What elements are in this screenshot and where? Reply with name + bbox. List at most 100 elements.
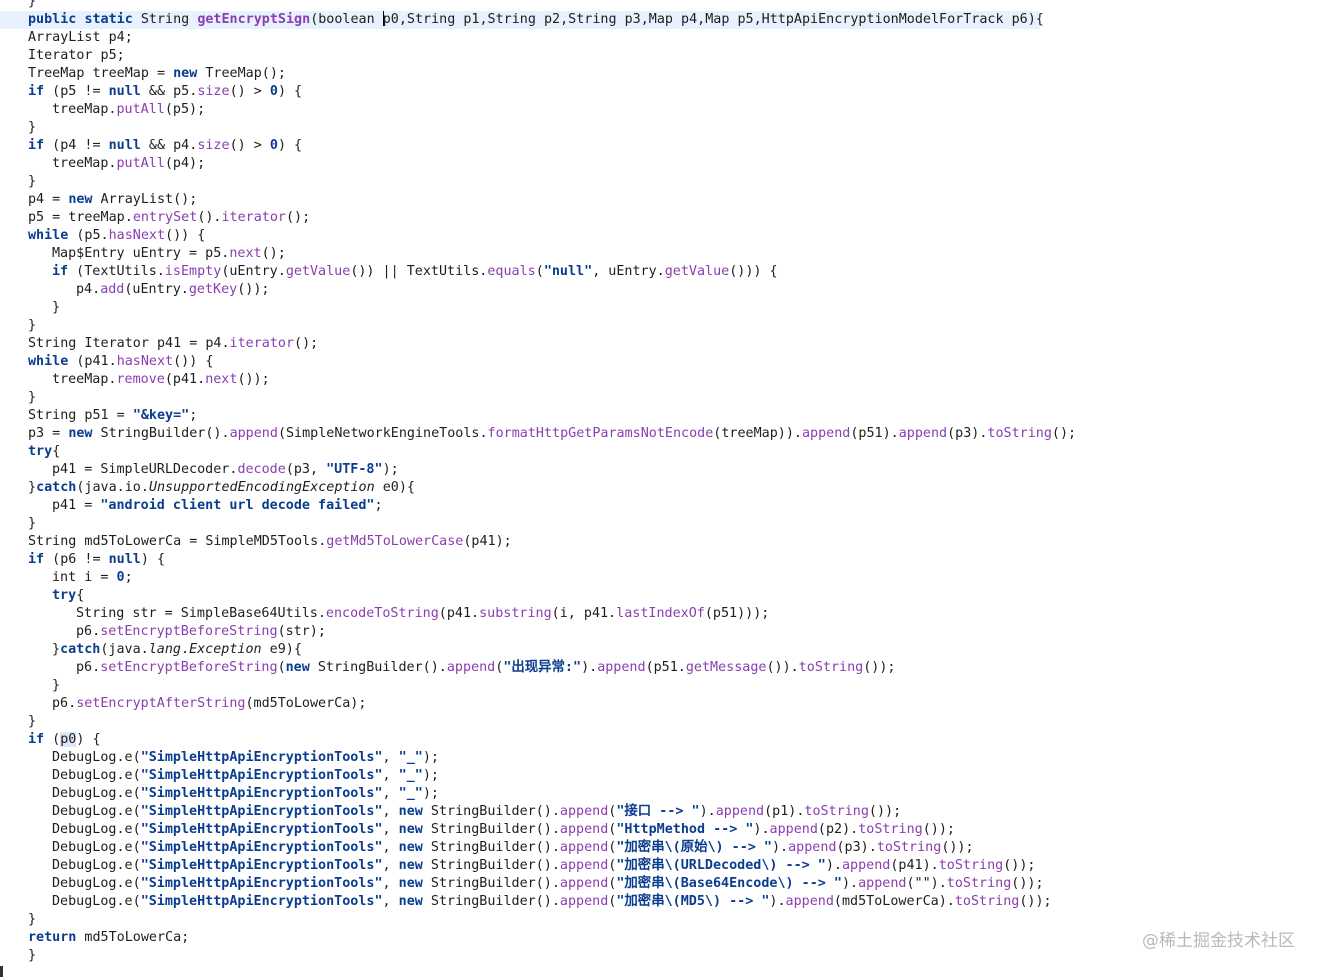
- code-token: p6.: [52, 696, 77, 711]
- code-line[interactable]: if (p6 != null) {: [0, 551, 165, 569]
- code-token: .: [181, 642, 190, 657]
- code-line[interactable]: Map$Entry uEntry = p5.next();: [0, 245, 286, 263]
- code-line[interactable]: p6.setEncryptAfterString(md5ToLowerCa);: [0, 695, 366, 713]
- code-line[interactable]: while (p5.hasNext()) {: [0, 227, 205, 245]
- code-line[interactable]: DebugLog.e("SimpleHttpApiEncryptionTools…: [0, 839, 974, 857]
- code-token: }: [52, 642, 61, 657]
- code-line[interactable]: }: [0, 713, 36, 731]
- code-token: ) {: [140, 552, 166, 567]
- code-line[interactable]: while (p41.hasNext()) {: [0, 353, 213, 371]
- code-line[interactable]: DebugLog.e("SimpleHttpApiEncryptionTools…: [0, 857, 1035, 875]
- code-line[interactable]: public static String getEncryptSign(bool…: [0, 11, 1044, 29]
- code-line[interactable]: treeMap.putAll(p4);: [0, 155, 205, 173]
- code-line[interactable]: }: [0, 317, 36, 335]
- code-line[interactable]: p4 = new ArrayList();: [0, 191, 197, 209]
- code-line[interactable]: }: [0, 299, 60, 317]
- code-line[interactable]: p5 = treeMap.entrySet().iterator();: [0, 209, 310, 227]
- code-token: && p4.: [140, 138, 198, 153]
- code-token: (p5.: [68, 228, 109, 243]
- code-line[interactable]: treeMap.remove(p41.next());: [0, 371, 270, 389]
- code-token: Exception: [189, 642, 262, 657]
- code-line[interactable]: p41 = SimpleURLDecoder.decode(p3, "UTF-8…: [0, 461, 399, 479]
- code-line[interactable]: DebugLog.e("SimpleHttpApiEncryptionTools…: [0, 767, 439, 785]
- code-line[interactable]: Iterator p5;: [0, 47, 125, 65]
- code-line[interactable]: }: [0, 677, 60, 695]
- code-line[interactable]: p6.setEncryptBeforeString(new StringBuil…: [0, 659, 896, 677]
- code-line[interactable]: if (p5 != null && p5.size() > 0) {: [0, 83, 302, 101]
- code-line[interactable]: DebugLog.e("SimpleHttpApiEncryptionTools…: [0, 749, 439, 767]
- code-token: toString: [876, 840, 942, 855]
- code-line[interactable]: }: [0, 515, 36, 533]
- code-token: }: [28, 516, 37, 531]
- code-line[interactable]: p6.setEncryptBeforeString(str);: [0, 623, 326, 641]
- code-line[interactable]: if (p4 != null && p4.size() > 0) {: [0, 137, 302, 155]
- code-token: append: [559, 822, 609, 837]
- code-token: getMd5ToLowerCase: [326, 534, 464, 549]
- code-line[interactable]: }: [0, 119, 36, 137]
- code-line[interactable]: if (p0) {: [0, 731, 101, 749]
- code-line[interactable]: String p51 = "&key=";: [0, 407, 197, 425]
- code-line[interactable]: }: [0, 947, 36, 965]
- code-token: append: [841, 858, 891, 873]
- code-line[interactable]: DebugLog.e("SimpleHttpApiEncryptionTools…: [0, 785, 439, 803]
- code-token: append: [559, 858, 609, 873]
- code-line[interactable]: }catch(java.lang.Exception e9){: [0, 641, 302, 659]
- code-token: "_": [398, 786, 423, 801]
- code-token: }: [52, 300, 61, 315]
- code-token: ,: [382, 894, 399, 909]
- code-token: treeMap.: [52, 372, 117, 387]
- code-token: size: [197, 138, 230, 153]
- code-token: && p5.: [140, 84, 198, 99]
- code-token: ,: [382, 804, 399, 819]
- code-editor[interactable]: } public static String getEncryptSign(boo…: [0, 0, 1321, 977]
- code-token: ());: [868, 804, 902, 819]
- code-token: try: [28, 444, 53, 459]
- code-line[interactable]: }catch(java.io.UnsupportedEncodingExcept…: [0, 479, 415, 497]
- code-line[interactable]: String str = SimpleBase64Utils.encodeToS…: [0, 605, 769, 623]
- code-line[interactable]: }: [0, 911, 36, 929]
- code-line[interactable]: if (TextUtils.isEmpty(uEntry.getValue())…: [0, 263, 778, 281]
- code-line[interactable]: DebugLog.e("SimpleHttpApiEncryptionTools…: [0, 821, 955, 839]
- code-token: String str = SimpleBase64Utils.: [76, 606, 326, 621]
- code-token: ).: [581, 660, 598, 675]
- code-line[interactable]: DebugLog.e("SimpleHttpApiEncryptionTools…: [0, 803, 901, 821]
- code-token: UnsupportedEncodingException: [148, 480, 375, 495]
- code-line[interactable]: TreeMap treeMap = new TreeMap();: [0, 65, 286, 83]
- code-token: (p4 !=: [44, 138, 109, 153]
- code-token: Map$Entry uEntry = p5.: [52, 246, 230, 261]
- code-token: setEncryptBeforeString: [100, 660, 278, 675]
- code-token: );: [382, 462, 399, 477]
- code-line[interactable]: String md5ToLowerCa = SimpleMD5Tools.get…: [0, 533, 512, 551]
- code-token: append: [769, 822, 818, 837]
- code-token: toString: [987, 426, 1052, 441]
- code-token: (: [44, 732, 61, 747]
- code-token: () >: [229, 84, 270, 99]
- code-line[interactable]: }: [0, 0, 36, 11]
- code-line[interactable]: DebugLog.e("SimpleHttpApiEncryptionTools…: [0, 893, 1052, 911]
- code-line[interactable]: }: [0, 389, 36, 407]
- code-line[interactable]: ArrayList p4;: [0, 29, 133, 47]
- code-line[interactable]: p3 = new StringBuilder().append(SimpleNe…: [0, 425, 1076, 443]
- code-token: StringBuilder().: [422, 858, 560, 873]
- code-token: "HttpMethod --> ": [616, 822, 754, 837]
- code-token: }: [28, 120, 37, 135]
- code-line[interactable]: int i = 0;: [0, 569, 133, 587]
- code-token: (p6 !=: [44, 552, 109, 567]
- code-line[interactable]: p4.add(uEntry.getKey());: [0, 281, 270, 299]
- code-line[interactable]: p41 = "android client url decode failed"…: [0, 497, 383, 515]
- code-line[interactable]: String Iterator p41 = p4.iterator();: [0, 335, 318, 353]
- code-token: ());: [1003, 858, 1036, 873]
- code-token: TreeMap();: [197, 66, 286, 81]
- code-token: ,: [382, 768, 399, 783]
- code-line[interactable]: try{: [0, 587, 84, 605]
- code-line[interactable]: return md5ToLowerCa;: [0, 929, 189, 947]
- code-token: ) {: [76, 732, 101, 747]
- code-token: String Iterator p41 = p4.: [28, 336, 230, 351]
- code-token: new: [173, 66, 198, 81]
- code-line[interactable]: }: [0, 173, 36, 191]
- code-token: ())) {: [729, 264, 778, 279]
- code-token: ).: [825, 858, 842, 873]
- code-line[interactable]: try{: [0, 443, 60, 461]
- code-line[interactable]: treeMap.putAll(p5);: [0, 101, 205, 119]
- code-line[interactable]: DebugLog.e("SimpleHttpApiEncryptionTools…: [0, 875, 1044, 893]
